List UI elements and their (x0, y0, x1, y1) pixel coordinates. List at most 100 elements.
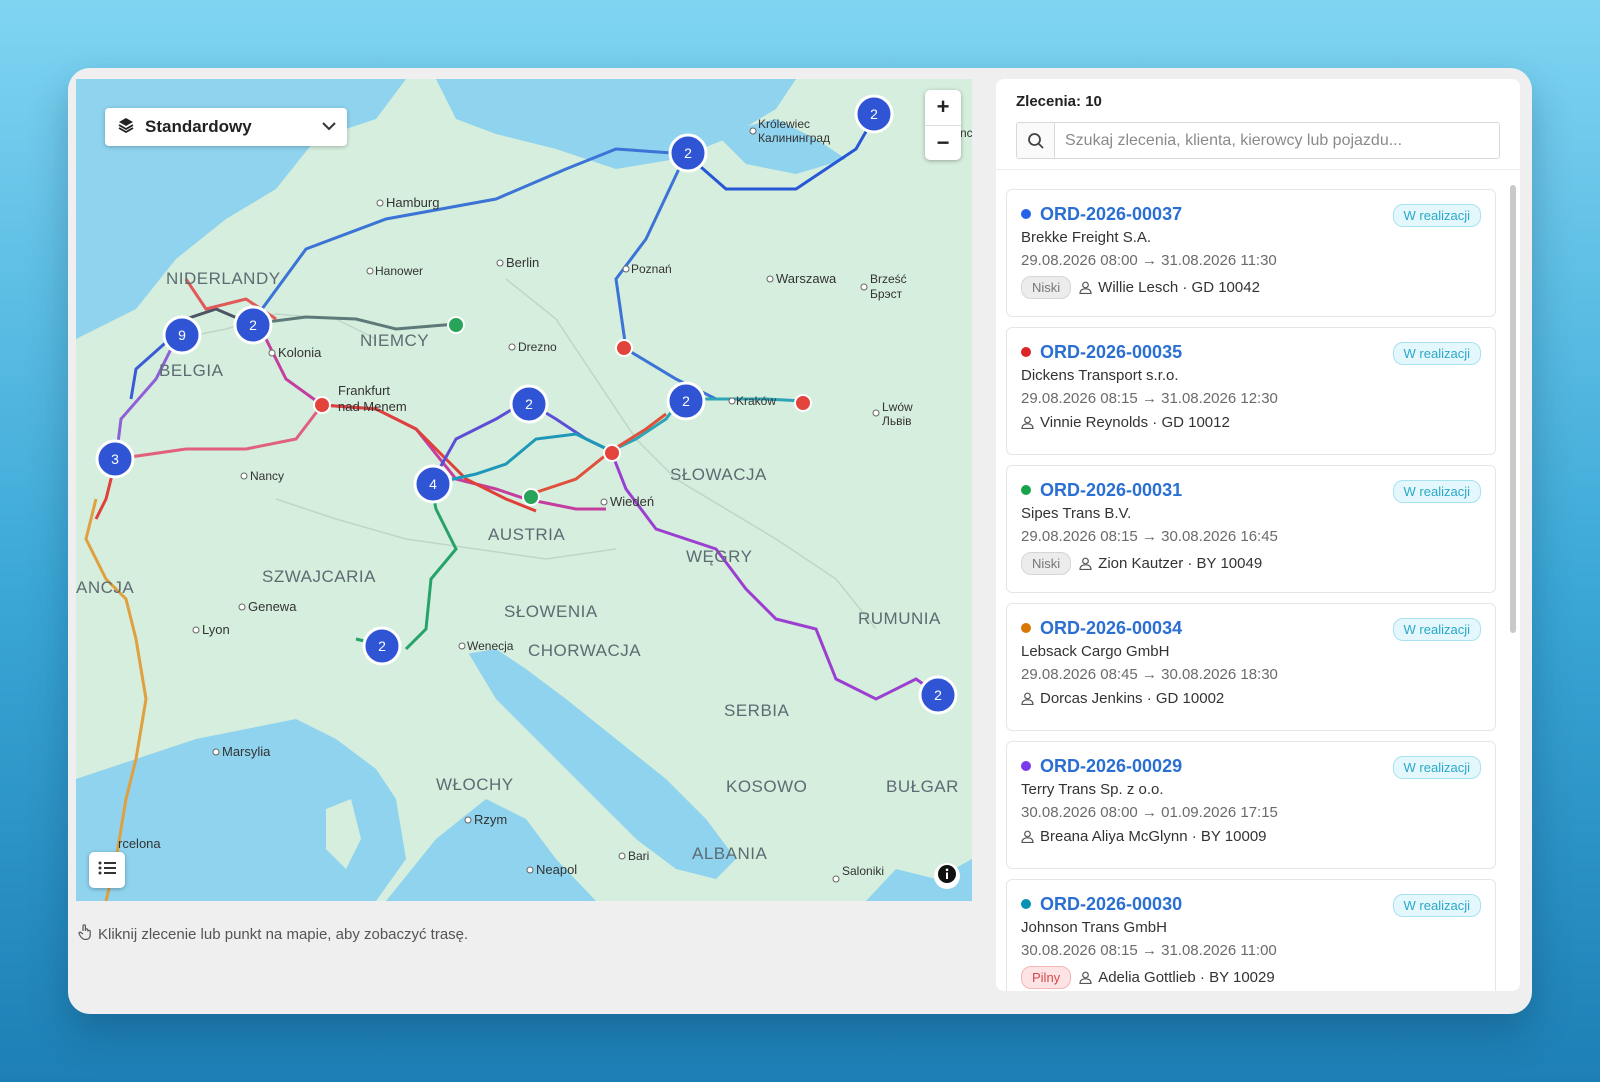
city-label: Hamburg (386, 195, 439, 210)
priority-badge: Pilny (1021, 966, 1072, 989)
order-number-link[interactable]: ORD-2026-00031 (1040, 480, 1182, 501)
map-layer-select[interactable]: Standardowy (105, 108, 347, 146)
city-label: Hanower (375, 264, 423, 278)
zoom-control: + − (925, 90, 961, 160)
city-label: Frankfurt (338, 383, 390, 398)
city-label: Nancy (250, 469, 284, 483)
orders-panel-header: Zlecenia: 10 (996, 79, 1520, 170)
status-badge: W realizacji (1392, 756, 1481, 779)
city-label: Berlin (506, 255, 539, 270)
order-client: Johnson Trans GmbH (1021, 919, 1167, 936)
zoom-in-button[interactable]: + (925, 90, 961, 125)
order-dates: 30.08.2026 08:00 → 01.09.2026 17:15 (1021, 804, 1278, 821)
map-hint: Kliknij zlecenie lub punkt na mapie, aby… (78, 924, 468, 944)
order-card[interactable]: ORD-2026-00030 W realizacji Johnson Tran… (1006, 879, 1496, 991)
status-badge: W realizacji (1392, 618, 1481, 641)
search-box (1016, 122, 1500, 159)
order-driver: Breana Aliya McGlynn · BY 10009 (1040, 828, 1267, 845)
order-client: Sipes Trans B.V. (1021, 505, 1132, 522)
order-number-link[interactable]: ORD-2026-00035 (1040, 342, 1182, 363)
country-label: RUMUNIA (858, 609, 941, 628)
zoom-out-button[interactable]: − (925, 124, 961, 161)
order-number-link[interactable]: ORD-2026-00034 (1040, 618, 1182, 639)
user-icon (1021, 416, 1034, 429)
country-label: AUSTRIA (488, 525, 565, 544)
country-label: SZWAJCARIA (262, 567, 376, 586)
user-icon (1021, 830, 1034, 843)
info-icon (937, 864, 957, 889)
order-client: Terry Trans Sp. z o.o. (1021, 781, 1164, 798)
cluster-label: 3 (111, 451, 119, 467)
order-driver: Dorcas Jenkins · GD 10002 (1040, 690, 1225, 707)
city-label: Drezno (518, 340, 557, 354)
country-label: ALBANIA (692, 844, 767, 863)
orders-scrollbar[interactable] (1506, 179, 1520, 991)
order-card[interactable]: ORD-2026-00034 W realizacji Lebsack Carg… (1006, 603, 1496, 731)
map-layer-label: Standardowy (145, 117, 252, 136)
order-card[interactable]: ORD-2026-00037 W realizacji Brekke Freig… (1006, 189, 1496, 317)
country-label: BELGIA (159, 361, 224, 380)
status-badge: W realizacji (1392, 342, 1481, 365)
cluster-label: 4 (429, 476, 437, 492)
order-client: Brekke Freight S.A. (1021, 229, 1152, 246)
city-label: Bari (628, 849, 649, 863)
city-label: Marsylia (222, 744, 271, 759)
cluster-label: 2 (249, 317, 257, 333)
user-icon (1079, 971, 1092, 984)
order-dates: 29.08.2026 08:15 → 30.08.2026 16:45 (1021, 528, 1278, 545)
city-label: Neapol (536, 862, 577, 877)
cluster-label: 2 (378, 638, 386, 654)
order-client: Lebsack Cargo GmbH (1021, 643, 1170, 660)
country-label: WŁOCHY (436, 775, 514, 794)
status-badge: W realizacji (1392, 480, 1481, 503)
cluster-label: 2 (682, 393, 690, 409)
country-label: SŁOWACJA (670, 465, 767, 484)
status-badge: W realizacji (1392, 894, 1481, 917)
attribution-button[interactable] (934, 863, 960, 889)
city-label: Wenecja (467, 639, 514, 653)
country-label: BUŁGAR (886, 777, 959, 796)
city-label: Genewa (248, 599, 297, 614)
order-card[interactable]: ORD-2026-00035 W realizacji Dickens Tran… (1006, 327, 1496, 455)
order-card[interactable]: ORD-2026-00029 W realizacji Terry Trans … (1006, 741, 1496, 869)
layers-icon (117, 116, 135, 139)
order-number-link[interactable]: ORD-2026-00030 (1040, 894, 1182, 915)
order-driver: Vinnie Reynolds · GD 10012 (1040, 414, 1230, 431)
cluster-label: 9 (178, 327, 186, 343)
order-driver: Adelia Gottlieb · BY 10029 (1098, 969, 1275, 986)
city-label: Kraków (736, 394, 776, 408)
list-icon (98, 861, 116, 880)
map-canvas: NIDERLANDY BELGIA NIEMCY AUSTRIA SZWAJCA… (76, 79, 972, 901)
priority-badge: Niski (1021, 276, 1072, 299)
country-label: ANCJA (76, 578, 134, 597)
city-label: Poznań (631, 262, 672, 276)
city-label: nad Menem (338, 399, 407, 414)
order-number-link[interactable]: ORD-2026-00029 (1040, 756, 1182, 777)
map-hint-text: Kliknij zlecenie lub punkt na mapie, aby… (98, 925, 469, 943)
map[interactable]: NIDERLANDY BELGIA NIEMCY AUSTRIA SZWAJCA… (76, 79, 972, 901)
pointer-hand-icon (78, 924, 92, 944)
orders-list[interactable]: ORD-2026-00037 W realizacji Brekke Freig… (996, 179, 1506, 991)
city-label: nc (960, 126, 972, 140)
city-label: Lwów (882, 400, 913, 414)
app-window: NIDERLANDY BELGIA NIEMCY AUSTRIA SZWAJCA… (68, 68, 1532, 1014)
scrollbar-thumb[interactable] (1510, 185, 1516, 633)
order-color-dot (1021, 347, 1031, 357)
city-label: Львів (882, 414, 912, 428)
status-badge: W realizacji (1392, 204, 1481, 227)
city-label: Brześć (870, 272, 907, 286)
city-label: Królewiec (758, 117, 810, 131)
search-input[interactable] (1055, 123, 1499, 158)
city-label: Saloniki (842, 864, 884, 878)
order-dates: 29.08.2026 08:00 → 31.08.2026 11:30 (1021, 252, 1277, 269)
legend-toggle-button[interactable] (89, 852, 125, 888)
chevron-down-icon (321, 118, 337, 136)
cluster-label: 2 (525, 396, 533, 412)
cluster-label: 2 (934, 687, 942, 703)
order-number-link[interactable]: ORD-2026-00037 (1040, 204, 1182, 225)
order-card[interactable]: ORD-2026-00031 W realizacji Sipes Trans … (1006, 465, 1496, 593)
order-dates: 30.08.2026 08:15 → 31.08.2026 11:00 (1021, 942, 1277, 959)
order-color-dot (1021, 623, 1031, 633)
order-dates: 29.08.2026 08:45 → 30.08.2026 18:30 (1021, 666, 1278, 683)
cluster-label: 2 (870, 106, 878, 122)
